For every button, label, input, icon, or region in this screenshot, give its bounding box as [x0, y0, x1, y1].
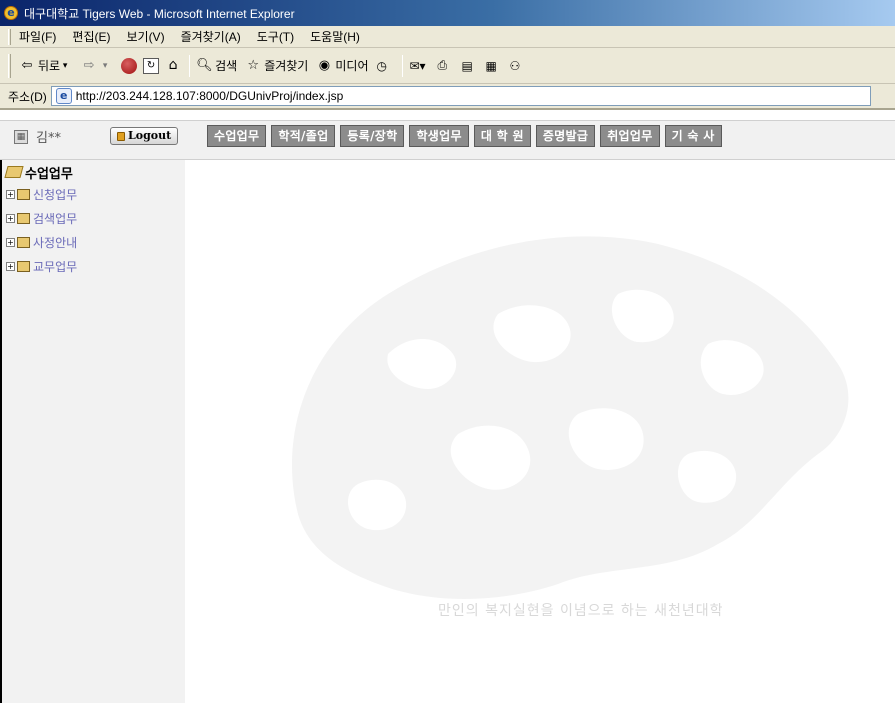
nav-registration-button[interactable]: 등록/장학: [340, 125, 405, 147]
expand-icon[interactable]: +: [6, 237, 15, 247]
sidebar-item-label: 신청업무: [33, 187, 78, 202]
messenger-icon[interactable]: ⚇: [509, 59, 527, 73]
media-button[interactable]: ◉ 미디어: [316, 57, 369, 74]
user-info: ▦ 김**: [14, 127, 61, 146]
sidebar-root-label: 수업업무: [25, 166, 73, 182]
window-title: 대구대학교 Tigers Web - Microsoft Internet Ex…: [24, 6, 295, 21]
nav-course-button[interactable]: 수업업무: [207, 125, 267, 147]
top-nav: 수업업무 학적/졸업 등록/장학 학생업무 대 학 원 증명발급 취업업무 기 …: [207, 125, 727, 147]
menu-grip: [8, 28, 11, 45]
sidebar-root[interactable]: 수업업무: [4, 162, 77, 182]
favorites-icon: ☆: [247, 57, 260, 73]
refresh-icon[interactable]: ↻: [143, 57, 160, 74]
search-button[interactable]: 🔍︎ 검색: [196, 57, 237, 74]
toolbar-grip: [8, 53, 11, 78]
book-icon: [17, 260, 30, 272]
toolbar-separator: [189, 54, 191, 77]
forward-button[interactable]: ⇨ ▾: [81, 58, 113, 74]
nav-certificate-button[interactable]: 증명발급: [535, 125, 596, 147]
forward-arrow-icon: ⇨: [83, 57, 95, 73]
back-label: 뒤로: [38, 59, 61, 73]
tiger-watermark-image: [292, 236, 849, 599]
nav-student-button[interactable]: 학생업무: [409, 125, 469, 147]
user-name: 김**: [36, 131, 61, 146]
media-icon: ◉: [318, 57, 331, 73]
mail-icon[interactable]: ✉▾: [409, 59, 431, 73]
address-label: 주소(D): [8, 89, 47, 104]
menu-edit[interactable]: 편집(E): [72, 28, 110, 45]
menu-bar: 파일(F) 편집(E) 보기(V) 즐겨찾기(A) 도구(T) 도움말(H): [0, 26, 895, 48]
back-button[interactable]: ⇦ 뒤로 ▾: [19, 57, 73, 74]
stop-icon[interactable]: [121, 57, 138, 74]
menu-favorites[interactable]: 즐겨찾기(A): [181, 28, 241, 45]
sidebar: 수업업무 + 신청업무 + 검색업무 + 사정안내 + 교무업무: [0, 160, 185, 703]
page-icon: e: [55, 88, 72, 104]
sidebar-item-label: 사정안내: [33, 235, 78, 250]
title-bar: e 대구대학교 Tigers Web - Microsoft Internet …: [0, 0, 895, 26]
sidebar-item-assessment[interactable]: + 사정안내: [6, 230, 77, 254]
nav-academic-button[interactable]: 학적/졸업: [271, 125, 336, 147]
back-arrow-icon: ⇦: [21, 57, 33, 73]
chevron-down-icon: ▾: [62, 60, 68, 71]
sidebar-item-academic-affairs[interactable]: + 교무업무: [6, 254, 77, 278]
sidebar-item-label: 검색업무: [33, 211, 78, 226]
menu-tools[interactable]: 도구(T): [257, 28, 294, 45]
search-label: 검색: [215, 59, 238, 73]
search-icon: 🔍︎: [196, 57, 213, 73]
nav-employment-button[interactable]: 취업업무: [600, 125, 660, 147]
expand-icon[interactable]: +: [6, 213, 15, 223]
book-icon: [17, 188, 30, 200]
toolbar-separator: [402, 54, 404, 77]
address-url[interactable]: http://203.244.128.107:8000/DGUnivProj/i…: [76, 89, 344, 103]
edit-icon[interactable]: ▤: [461, 59, 479, 73]
sidebar-item-label: 교무업무: [33, 259, 78, 274]
open-folder-icon: [4, 166, 24, 178]
nav-dormitory-button[interactable]: 기 숙 사: [664, 125, 722, 147]
slogan-text: 만인의 복지실현을 이념으로 하는 새천년대학: [438, 603, 724, 619]
address-input[interactable]: e http://203.244.128.107:8000/DGUnivProj…: [50, 86, 871, 106]
logout-button[interactable]: Logout: [110, 127, 179, 145]
print-icon[interactable]: ⎙: [437, 58, 455, 73]
user-icon: ▦: [14, 129, 28, 144]
book-icon: [17, 236, 30, 248]
browser-window: e 대구대학교 Tigers Web - Microsoft Internet …: [0, 0, 895, 703]
discuss-icon[interactable]: ▦: [485, 59, 503, 73]
chevron-down-icon: ▾: [102, 60, 108, 71]
sidebar-tree: 수업업무 + 신청업무 + 검색업무 + 사정안내 + 교무업무: [4, 162, 77, 278]
menu-help[interactable]: 도움말(H): [310, 28, 360, 45]
sidebar-item-search[interactable]: + 검색업무: [6, 206, 77, 230]
history-icon[interactable]: ◷: [376, 59, 394, 73]
logout-label: Logout: [128, 129, 172, 142]
lock-icon: [117, 131, 125, 141]
page-content: ▦ 김** Logout 수업업무 학적/졸업 등록/장학 학생업무 대 학 원…: [0, 114, 895, 703]
home-icon[interactable]: ⌂: [165, 58, 181, 74]
menu-view[interactable]: 보기(V): [126, 28, 164, 45]
address-bar: 주소(D) e http://203.244.128.107:8000/DGUn…: [0, 84, 895, 110]
expand-icon[interactable]: +: [6, 189, 15, 199]
menu-file[interactable]: 파일(F): [19, 28, 56, 45]
media-label: 미디어: [335, 59, 369, 73]
ie-logo-icon: e: [4, 6, 18, 20]
sidebar-item-request[interactable]: + 신청업무: [6, 182, 77, 206]
favorites-label: 즐겨찾기: [264, 59, 309, 73]
expand-icon[interactable]: +: [6, 261, 15, 271]
book-icon: [17, 212, 30, 224]
toolbar: ⇦ 뒤로 ▾ ⇨ ▾ ↻ ⌂ 🔍︎ 검색 ☆ 즐겨찾기 ◉ 미디어 ◷ ✉▾ ⎙…: [0, 48, 895, 84]
favorites-button[interactable]: ☆ 즐겨찾기: [245, 57, 308, 74]
nav-graduate-button[interactable]: 대 학 원: [473, 125, 531, 147]
